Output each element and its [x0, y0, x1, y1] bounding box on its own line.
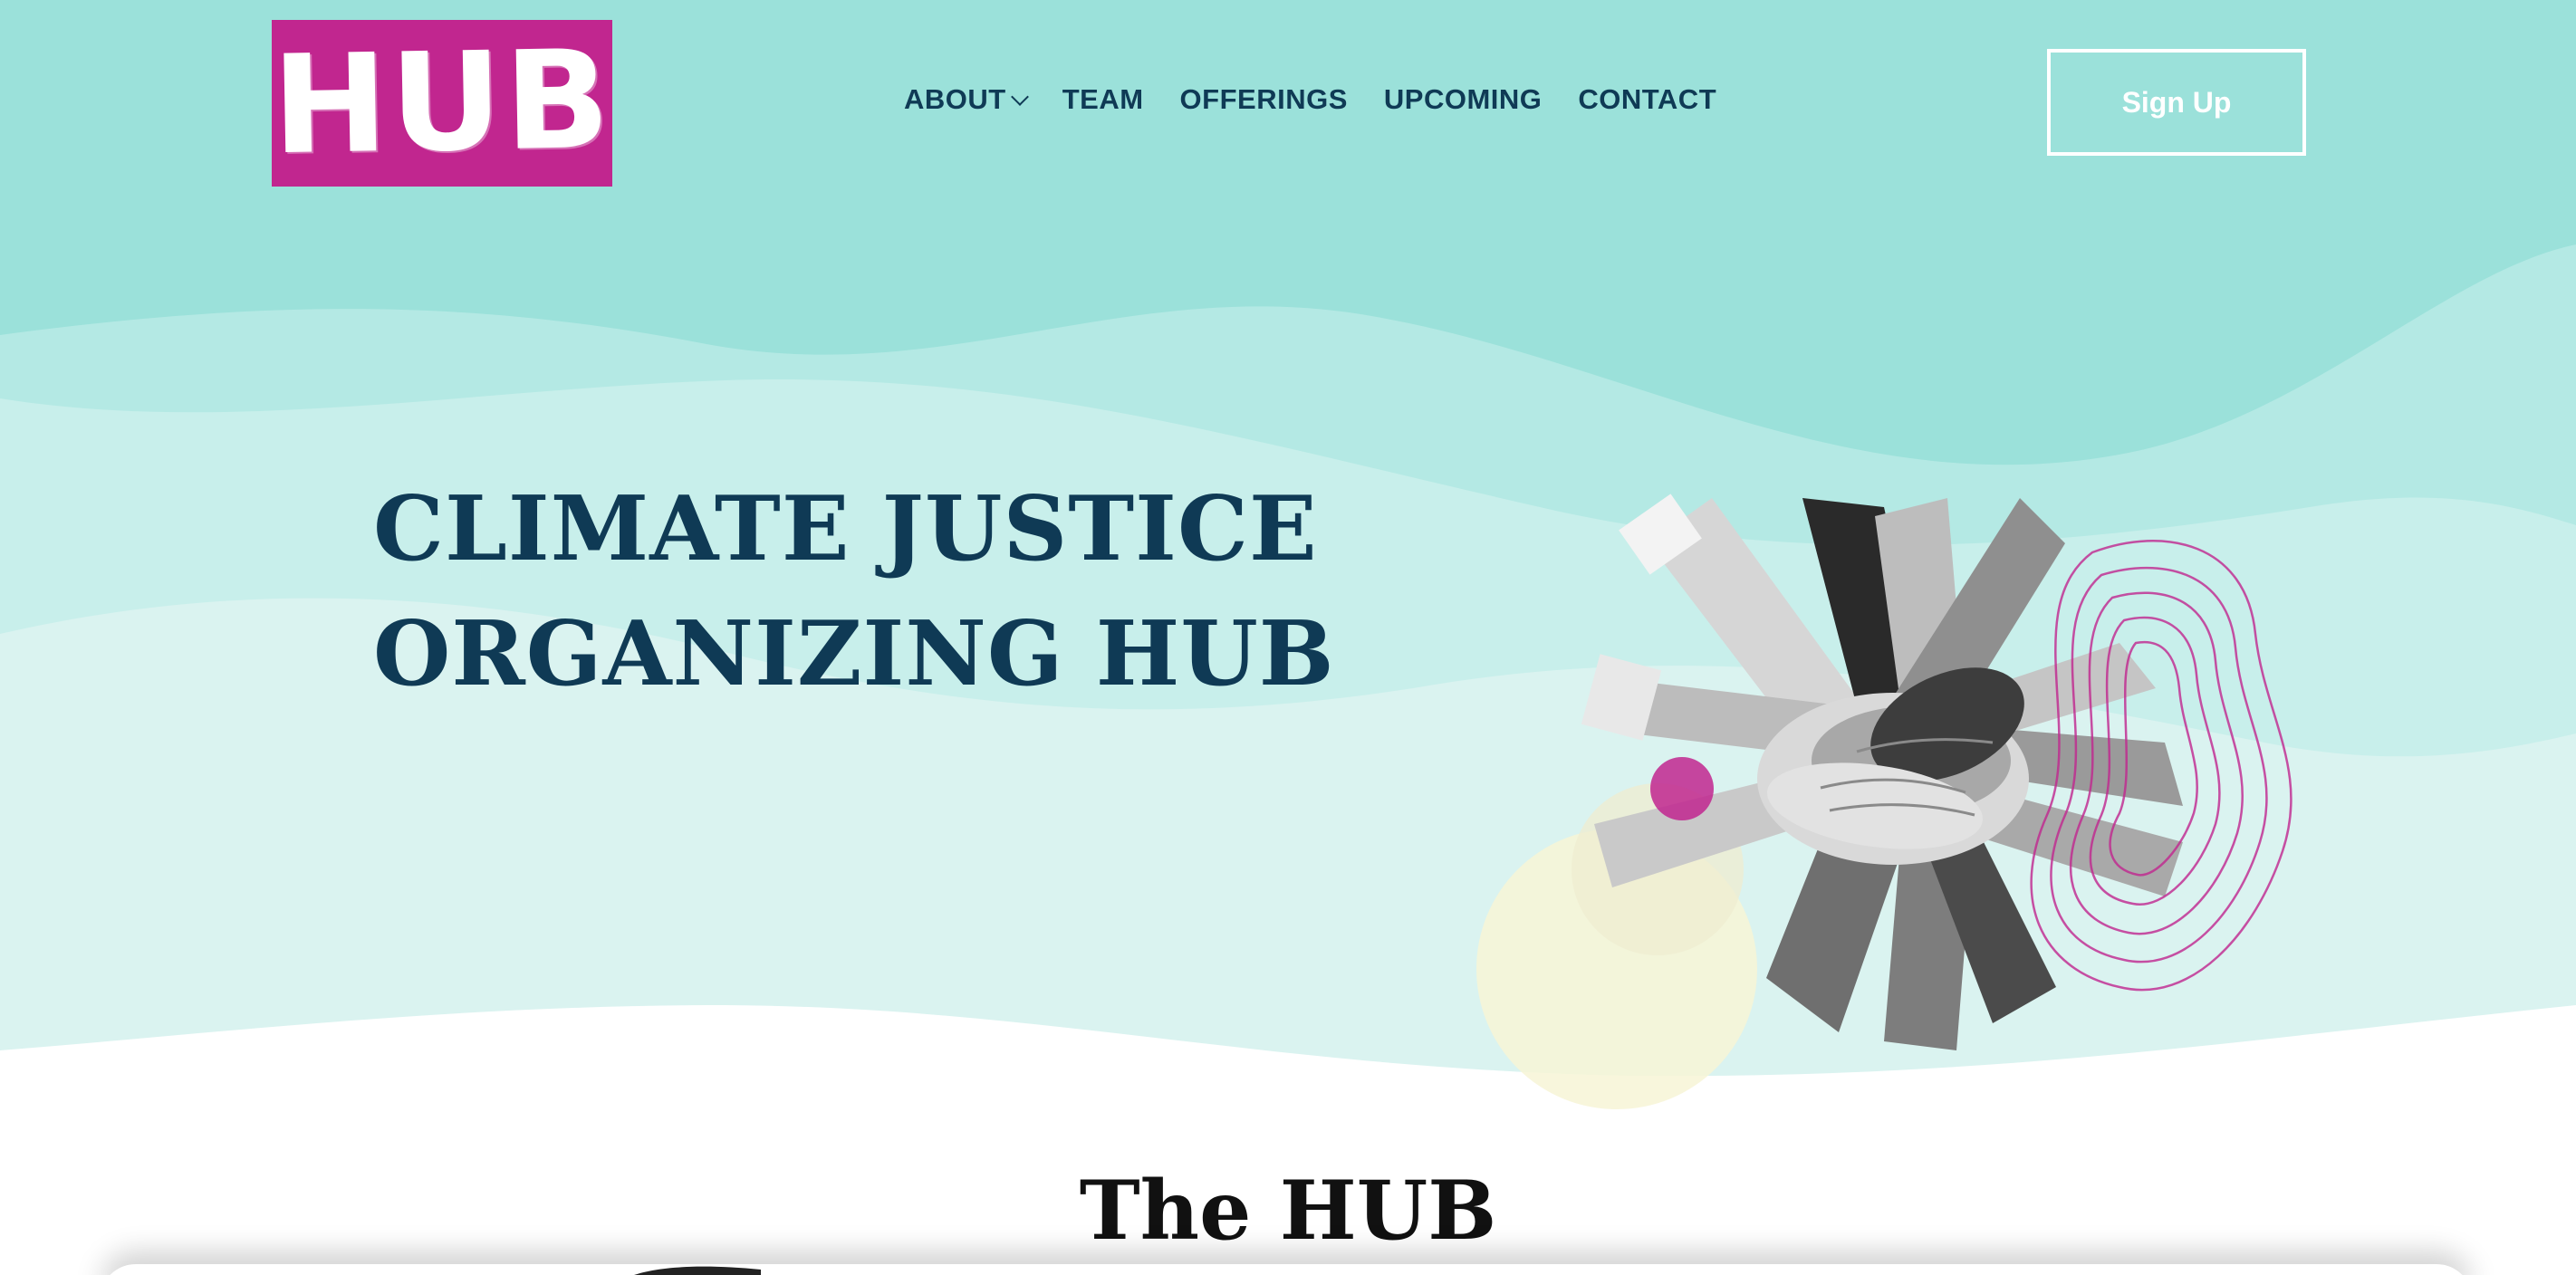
- sign-up-label: Sign Up: [2121, 85, 2232, 119]
- hero-title: CLIMATE JUSTICE ORGANIZING HUB: [373, 467, 1370, 717]
- nav-item-about[interactable]: ABOUT: [904, 83, 1029, 116]
- nav-item-contact-label: CONTACT: [1578, 83, 1717, 115]
- nav-item-about-label: ABOUT: [904, 83, 1006, 115]
- logo-text: HUB: [270, 21, 614, 186]
- nav-item-team[interactable]: TEAM: [1062, 83, 1144, 116]
- nav-item-offerings-label: OFFERINGS: [1179, 83, 1348, 115]
- brush-stroke-decoration: [634, 1266, 761, 1275]
- section-title: The HUB: [1079, 1163, 1497, 1259]
- nav-item-team-label: TEAM: [1062, 83, 1144, 115]
- hero-title-line1: CLIMATE JUSTICE: [373, 477, 1318, 581]
- hands-collage-image: [1476, 494, 2292, 1109]
- nav-item-offerings[interactable]: OFFERINGS: [1180, 83, 1348, 116]
- main-nav: ABOUT TEAM OFFERINGS UPCOMING CONTACT: [904, 83, 1753, 116]
- nav-item-upcoming-label: UPCOMING: [1383, 83, 1543, 115]
- nav-item-contact[interactable]: CONTACT: [1578, 83, 1716, 116]
- hub-logo[interactable]: HUB: [270, 20, 614, 187]
- sign-up-button[interactable]: Sign Up: [2047, 49, 2306, 156]
- page: HUB ABOUT TEAM OFFERINGS UPCOMING CONTAC…: [0, 0, 2576, 1275]
- hero-title-line2: ORGANIZING HUB: [373, 602, 1335, 706]
- chevron-down-icon: [1010, 88, 1029, 106]
- nav-item-upcoming[interactable]: UPCOMING: [1384, 83, 1543, 116]
- content-card: [100, 1264, 2473, 1275]
- magenta-dot: [1650, 757, 1714, 820]
